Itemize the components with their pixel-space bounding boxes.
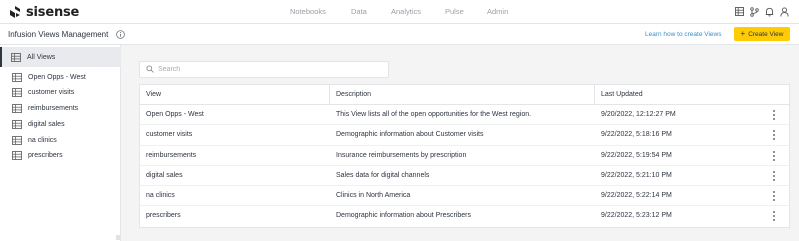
cell-view: reimbursements [146, 151, 197, 159]
row-menu-icon[interactable] [772, 150, 776, 161]
brand-name: sisense [26, 4, 80, 20]
cell-description: Clinics in North America [336, 192, 411, 200]
plus-icon: + [740, 29, 746, 38]
table-icon [12, 103, 22, 113]
table-row[interactable]: digital sales Sales data for digital cha… [140, 166, 789, 187]
table-icon [12, 150, 22, 160]
search-icon [146, 64, 154, 75]
cell-view: digital sales [146, 171, 183, 179]
branch-icon[interactable] [750, 6, 759, 17]
table-icon [11, 52, 21, 62]
sidebar-item-label: Open Opps - West [28, 73, 86, 81]
table-row[interactable]: customer visits Demographic information … [140, 125, 789, 146]
cell-description: Sales data for digital channels [336, 171, 430, 179]
column-header-last-updated[interactable]: Last Updated [601, 91, 643, 98]
cell-last-updated: 9/22/2022, 5:18:16 PM [601, 131, 672, 139]
column-header-description[interactable]: Description [336, 91, 371, 98]
views-sidebar: All Views Open Opps - West customer visi… [0, 45, 121, 241]
sidebar-item-digital-sales[interactable]: digital sales [0, 117, 121, 131]
learn-create-views-link[interactable]: Learn how to create Views [645, 31, 721, 38]
nav-analytics[interactable]: Analytics [391, 7, 421, 16]
cell-description: Demographic information about Customer v… [336, 131, 484, 139]
sidebar-item-label: na clinics [28, 136, 57, 144]
nav-pulse[interactable]: Pulse [445, 7, 464, 16]
page-header: Infusion Views Management Learn how to c… [0, 24, 799, 45]
table-row[interactable]: Open Opps - West This View lists all of … [140, 105, 789, 126]
search-box [139, 61, 389, 78]
cell-description: This View lists all of the open opportun… [336, 111, 532, 118]
sidebar-item-label: prescribers [28, 151, 63, 159]
sidebar-item-label: reimbursements [28, 104, 79, 112]
info-icon[interactable] [116, 30, 125, 39]
user-icon[interactable] [780, 6, 789, 17]
table-icon [12, 87, 22, 97]
table-icon [12, 135, 22, 145]
table-row[interactable]: reimbursements Insurance reimbursements … [140, 146, 789, 166]
sidebar-item-label: digital sales [28, 120, 65, 128]
top-icon-group [735, 6, 789, 17]
cell-last-updated: 9/22/2022, 5:19:54 PM [601, 151, 672, 159]
sidebar-item-prescribers[interactable]: prescribers [0, 148, 121, 162]
cell-view: customer visits [146, 131, 193, 139]
row-menu-icon[interactable] [772, 110, 776, 120]
views-table: View Description Last Updated Open Opps … [139, 84, 790, 228]
grid-icon[interactable] [735, 6, 744, 17]
row-menu-icon[interactable] [772, 130, 776, 141]
table-icon [12, 119, 22, 129]
sidebar-resize-handle[interactable] [116, 235, 120, 240]
table-row[interactable]: na clinics Clinics in North America 9/22… [140, 186, 789, 207]
table-row[interactable]: prescribers Demographic information abou… [140, 206, 789, 226]
table-icon [12, 72, 22, 82]
cell-view: Open Opps - West [146, 111, 204, 118]
cell-description: Insurance reimbursements by prescription [336, 151, 467, 159]
sidebar-item-customer-visits[interactable]: customer visits [0, 85, 121, 99]
cell-last-updated: 9/22/2022, 5:22:14 PM [601, 192, 672, 200]
create-view-button[interactable]: + Create View [734, 27, 790, 41]
sidebar-item-label: customer visits [28, 88, 75, 96]
cell-last-updated: 9/22/2022, 5:21:10 PM [601, 171, 672, 179]
sidebar-item-na-clinics[interactable]: na clinics [0, 133, 121, 147]
table-header: View Description Last Updated [140, 85, 789, 105]
create-view-label: Create View [748, 30, 784, 38]
sidebar-item-reimbursements[interactable]: reimbursements [0, 101, 121, 115]
cell-last-updated: 9/22/2022, 5:23:12 PM [601, 212, 672, 220]
nav-data[interactable]: Data [351, 7, 367, 16]
sisense-logo[interactable]: sisense [8, 4, 79, 20]
sidebar-item-all-views[interactable]: All Views [0, 47, 121, 67]
row-menu-icon[interactable] [772, 191, 776, 202]
sidebar-item-open-opps-west[interactable]: Open Opps - West [0, 70, 121, 84]
page-title: Infusion Views Management [8, 30, 109, 39]
cell-view: na clinics [146, 192, 175, 200]
column-divider[interactable] [329, 85, 330, 105]
top-navigation-bar: sisense Notebooks Data Analytics Pulse A… [0, 0, 799, 24]
nav-notebooks[interactable]: Notebooks [290, 7, 326, 16]
column-divider[interactable] [594, 85, 595, 105]
row-menu-icon[interactable] [772, 170, 776, 181]
column-header-view[interactable]: View [146, 91, 161, 98]
cell-last-updated: 9/20/2022, 12:12:27 PM [601, 111, 676, 118]
nav-admin[interactable]: Admin [487, 7, 508, 16]
cell-description: Demographic information about Prescriber… [336, 212, 472, 220]
cell-view: prescribers [146, 212, 181, 220]
bell-icon[interactable] [765, 6, 774, 17]
sidebar-item-label: All Views [27, 53, 56, 61]
row-menu-icon[interactable] [772, 211, 776, 222]
sisense-logo-icon [8, 5, 22, 19]
search-input[interactable] [158, 66, 378, 73]
